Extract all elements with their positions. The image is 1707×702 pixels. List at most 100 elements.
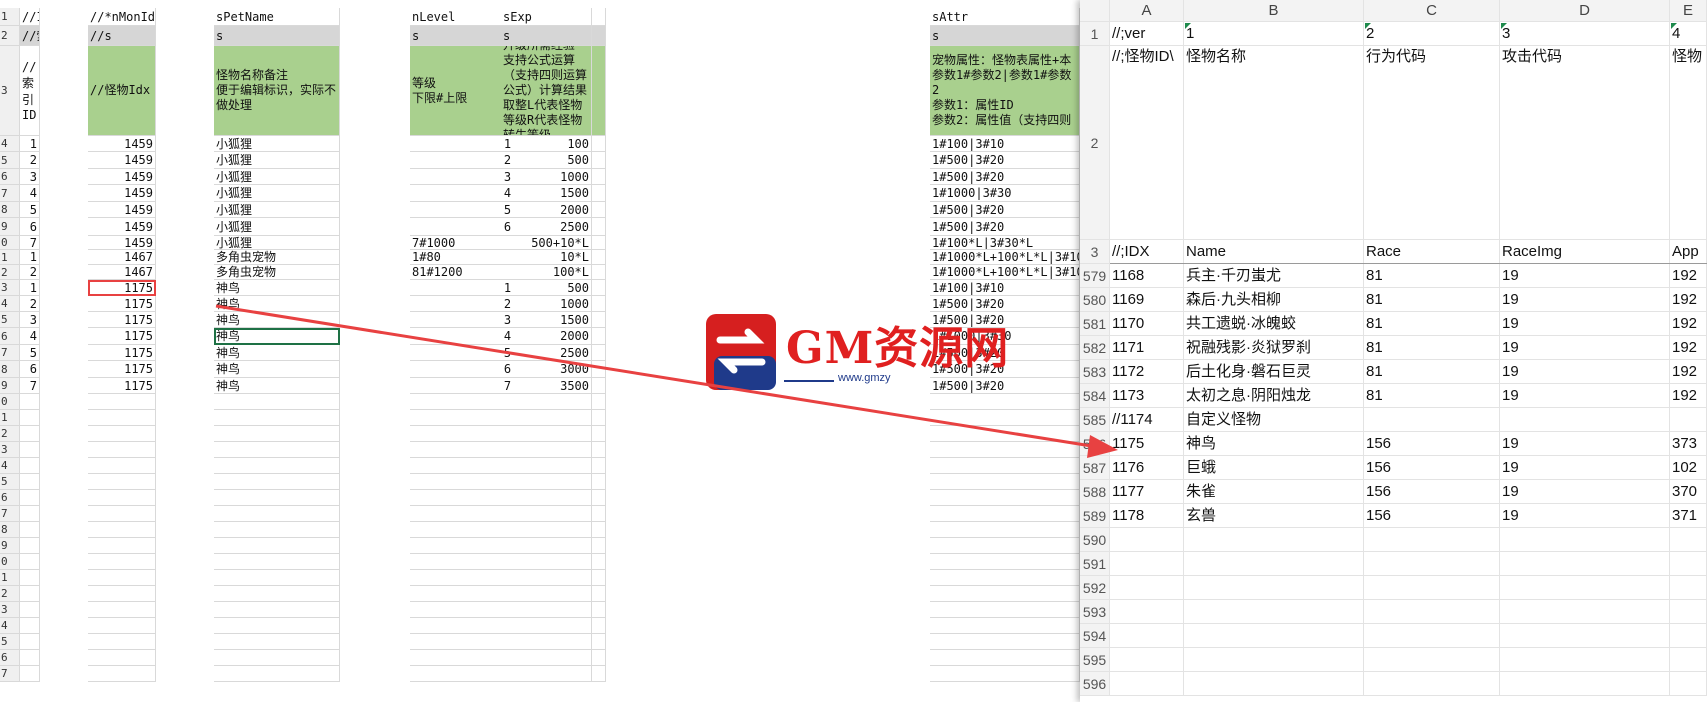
cell[interactable]	[88, 426, 156, 442]
cell[interactable]: 1459	[88, 136, 156, 152]
cell[interactable]	[501, 634, 592, 650]
row-number[interactable]: 586	[1080, 432, 1110, 456]
cell[interactable]	[1364, 576, 1500, 600]
cell[interactable]: 19	[1500, 336, 1670, 360]
cell[interactable]	[501, 410, 592, 426]
cell[interactable]: 神鸟	[214, 345, 340, 361]
column-header[interactable]: D	[1500, 0, 1670, 22]
cell[interactable]: 81	[1364, 384, 1500, 408]
cell[interactable]: 3	[1500, 22, 1670, 46]
cell[interactable]	[20, 570, 40, 586]
cell[interactable]	[1500, 600, 1670, 624]
cell[interactable]: 兵主·千刃蚩尤	[1184, 264, 1364, 288]
cell[interactable]: 1	[20, 280, 40, 296]
cell[interactable]: 1459	[88, 185, 156, 202]
cell[interactable]: 7	[20, 378, 40, 394]
cell[interactable]	[214, 506, 340, 522]
cell[interactable]: 1173	[1110, 384, 1184, 408]
cell[interactable]	[1500, 648, 1670, 672]
cell[interactable]: 1171	[1110, 336, 1184, 360]
cell[interactable]	[214, 666, 340, 682]
cell[interactable]	[930, 490, 1080, 506]
cell[interactable]	[88, 442, 156, 458]
cell[interactable]: 370	[1670, 480, 1707, 504]
cell[interactable]: 1459	[88, 236, 156, 250]
cell[interactable]	[88, 650, 156, 666]
row-header[interactable]: 6	[0, 650, 20, 666]
cell[interactable]: 神鸟	[1184, 432, 1364, 456]
cell[interactable]	[20, 410, 40, 426]
cell[interactable]: 1#500|3#20	[930, 218, 1080, 236]
row-header[interactable]: 1	[0, 570, 20, 586]
cell[interactable]: 多角虫宠物	[214, 250, 340, 265]
cell[interactable]: 小狐狸	[214, 236, 340, 250]
cell[interactable]	[1110, 672, 1184, 696]
cell[interactable]: 1175	[88, 378, 156, 394]
cell[interactable]: 192	[1670, 312, 1707, 336]
cell[interactable]: 1#500|3#20	[930, 202, 1080, 218]
cell[interactable]: 2000	[501, 202, 592, 218]
cell[interactable]	[501, 666, 592, 682]
row-header[interactable]: 2	[0, 586, 20, 602]
cell[interactable]	[214, 634, 340, 650]
cell[interactable]	[1364, 648, 1500, 672]
cell[interactable]	[1184, 600, 1364, 624]
cell[interactable]	[88, 394, 156, 410]
cell[interactable]	[214, 522, 340, 538]
cell[interactable]: 升级所需经验 支持公式运算 （支持四则运算公式）计算结果取整L代表怪物等级R代表…	[501, 46, 592, 136]
cell[interactable]: 10*L	[501, 250, 592, 265]
cell[interactable]: 1177	[1110, 480, 1184, 504]
cell[interactable]	[20, 394, 40, 410]
row-number[interactable]: 581	[1080, 312, 1110, 336]
cell[interactable]	[88, 538, 156, 554]
cell[interactable]: 19	[1500, 384, 1670, 408]
row-number[interactable]: 593	[1080, 600, 1110, 624]
cell[interactable]	[20, 474, 40, 490]
cell[interactable]	[88, 522, 156, 538]
cell[interactable]	[214, 474, 340, 490]
cell[interactable]	[20, 538, 40, 554]
cell[interactable]	[214, 586, 340, 602]
cell[interactable]: 102	[1670, 456, 1707, 480]
cell[interactable]	[930, 474, 1080, 490]
cell[interactable]: 祝融残影·炎狱罗刹	[1184, 336, 1364, 360]
cell[interactable]: 500+10*L	[501, 236, 592, 250]
cell[interactable]: 1#100|3#10	[930, 280, 1080, 296]
cell[interactable]: 自定义怪物	[1184, 408, 1364, 432]
row-header[interactable]: 2	[0, 426, 20, 442]
cell[interactable]	[1184, 648, 1364, 672]
cell[interactable]: 192	[1670, 360, 1707, 384]
cell[interactable]	[20, 426, 40, 442]
row-header[interactable]: 5	[0, 152, 20, 169]
cell[interactable]: 玄兽	[1184, 504, 1364, 528]
cell[interactable]	[20, 602, 40, 618]
row-header[interactable]: 0	[0, 394, 20, 410]
cell[interactable]: 1467	[88, 265, 156, 280]
cell[interactable]	[1184, 552, 1364, 576]
row-number[interactable]: 589	[1080, 504, 1110, 528]
cell[interactable]: 156	[1364, 504, 1500, 528]
row-number[interactable]: 582	[1080, 336, 1110, 360]
cell[interactable]: 神鸟	[214, 361, 340, 378]
cell[interactable]	[1364, 624, 1500, 648]
cell[interactable]	[214, 394, 340, 410]
cell[interactable]	[930, 442, 1080, 458]
row-number[interactable]: 579	[1080, 264, 1110, 288]
cell[interactable]: 3	[20, 312, 40, 328]
cell[interactable]: 行为代码	[1364, 46, 1500, 240]
cell[interactable]	[930, 410, 1080, 426]
cell[interactable]: 192	[1670, 264, 1707, 288]
column-header[interactable]: A	[1110, 0, 1184, 22]
cell[interactable]	[1670, 648, 1707, 672]
cell[interactable]: 小狐狸	[214, 185, 340, 202]
cell[interactable]	[1110, 600, 1184, 624]
cell[interactable]	[930, 426, 1080, 442]
cell[interactable]: sExp	[501, 8, 592, 26]
cell[interactable]: 1170	[1110, 312, 1184, 336]
cell[interactable]	[88, 570, 156, 586]
column-header[interactable]: B	[1184, 0, 1364, 22]
row-header[interactable]: 3	[0, 46, 20, 136]
cell[interactable]: sAttr	[930, 8, 1080, 26]
cell[interactable]: 19	[1500, 264, 1670, 288]
cell[interactable]: 156	[1364, 456, 1500, 480]
